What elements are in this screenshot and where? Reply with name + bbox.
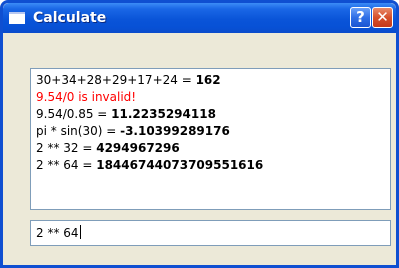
expression-text: pi * sin(30) = [36,124,121,138]
results-output: 30+34+28+29+17+24 = 162 9.54/0 is invali… [30,68,391,210]
expression-input[interactable]: 2 ** 64 [30,220,391,246]
expression-text: 2 ** 32 = [36,141,97,155]
text-caret [79,225,81,239]
result-value: 162 [195,73,221,87]
result-line: 2 ** 32 = 4294967296 [36,140,390,157]
result-line: 2 ** 64 = 18446744073709551616 [36,157,390,174]
result-value: 18446744073709551616 [96,158,264,172]
result-value: 11.2235294118 [111,107,216,121]
result-value: 4294967296 [96,141,180,155]
close-button[interactable]: ✕ [372,7,393,28]
result-line: 30+34+28+29+17+24 = 162 [36,72,390,89]
title-bar[interactable]: Calculate ? ✕ [3,3,396,33]
result-value: -3.10399289176 [120,124,230,138]
result-line: pi * sin(30) = -3.10399289176 [36,123,390,140]
error-text: 9.54/0 is invalid! [36,90,137,104]
calculate-window: Calculate ? ✕ 30+34+28+29+17+24 = 162 9.… [0,0,399,268]
window-title: Calculate [33,10,107,26]
expression-text: 2 ** 64 = [36,158,97,172]
result-line: 9.54/0.85 = 11.2235294118 [36,106,390,123]
help-button[interactable]: ? [350,7,371,28]
window-icon [9,12,25,24]
expression-text: 9.54/0.85 = [36,107,112,121]
expression-text: 30+34+28+29+17+24 = [36,73,196,87]
error-line: 9.54/0 is invalid! [36,89,390,106]
expression-input-value: 2 ** 64 [36,226,79,240]
